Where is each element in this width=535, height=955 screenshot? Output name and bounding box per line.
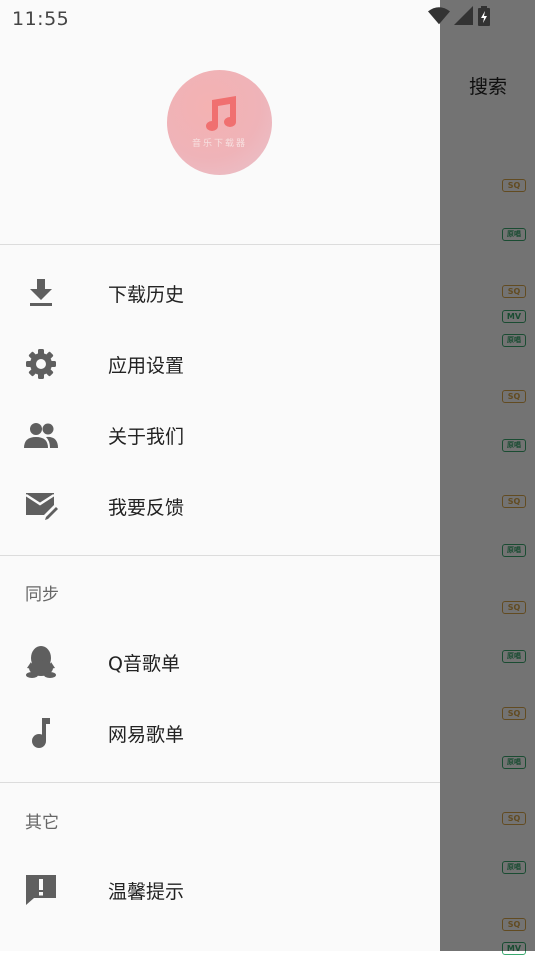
divider xyxy=(0,244,440,245)
menu-item-label: 应用设置 xyxy=(108,354,185,377)
signal-icon xyxy=(454,6,473,25)
menu-item-label: 我要反馈 xyxy=(108,496,185,519)
navigation-drawer: 音乐下载器 下载历史 应用设置 关于我们 我要反馈 同步 Q音歌单 网易歌单 其… xyxy=(0,0,440,951)
battery-icon xyxy=(478,6,490,26)
divider xyxy=(0,555,440,556)
menu-item-label: Q音歌单 xyxy=(108,652,180,675)
download-icon xyxy=(24,276,58,310)
menu-item-tips[interactable]: 温馨提示 xyxy=(0,855,440,925)
people-icon xyxy=(24,418,58,452)
status-icons xyxy=(428,6,490,26)
logo-text: 音乐下载器 xyxy=(191,139,247,149)
menu-item-label: 温馨提示 xyxy=(108,880,185,903)
menu-item-label: 下载历史 xyxy=(108,283,185,306)
menu-item-download-history[interactable]: 下载历史 xyxy=(0,258,440,328)
feedback-mail-icon xyxy=(24,489,58,523)
status-time: 11:55 xyxy=(12,8,70,30)
music-note-icon xyxy=(24,716,58,750)
menu-item-feedback[interactable]: 我要反馈 xyxy=(0,471,440,541)
menu-item-label: 关于我们 xyxy=(108,425,185,448)
menu-item-netease-playlist[interactable]: 网易歌单 xyxy=(0,698,440,768)
music-note-logo-icon xyxy=(205,96,236,131)
section-title-other: 其它 xyxy=(25,813,59,833)
menu-item-app-settings[interactable]: 应用设置 xyxy=(0,329,440,399)
wifi-icon xyxy=(428,7,450,25)
qq-penguin-icon xyxy=(24,645,58,679)
divider xyxy=(0,782,440,783)
alert-message-icon xyxy=(24,873,58,907)
gear-icon xyxy=(24,347,58,381)
section-title-sync: 同步 xyxy=(25,585,59,605)
menu-item-qq-playlist[interactable]: Q音歌单 xyxy=(0,627,440,697)
menu-item-about-us[interactable]: 关于我们 xyxy=(0,400,440,470)
menu-item-label: 网易歌单 xyxy=(108,723,185,746)
app-logo: 音乐下载器 xyxy=(167,70,272,175)
